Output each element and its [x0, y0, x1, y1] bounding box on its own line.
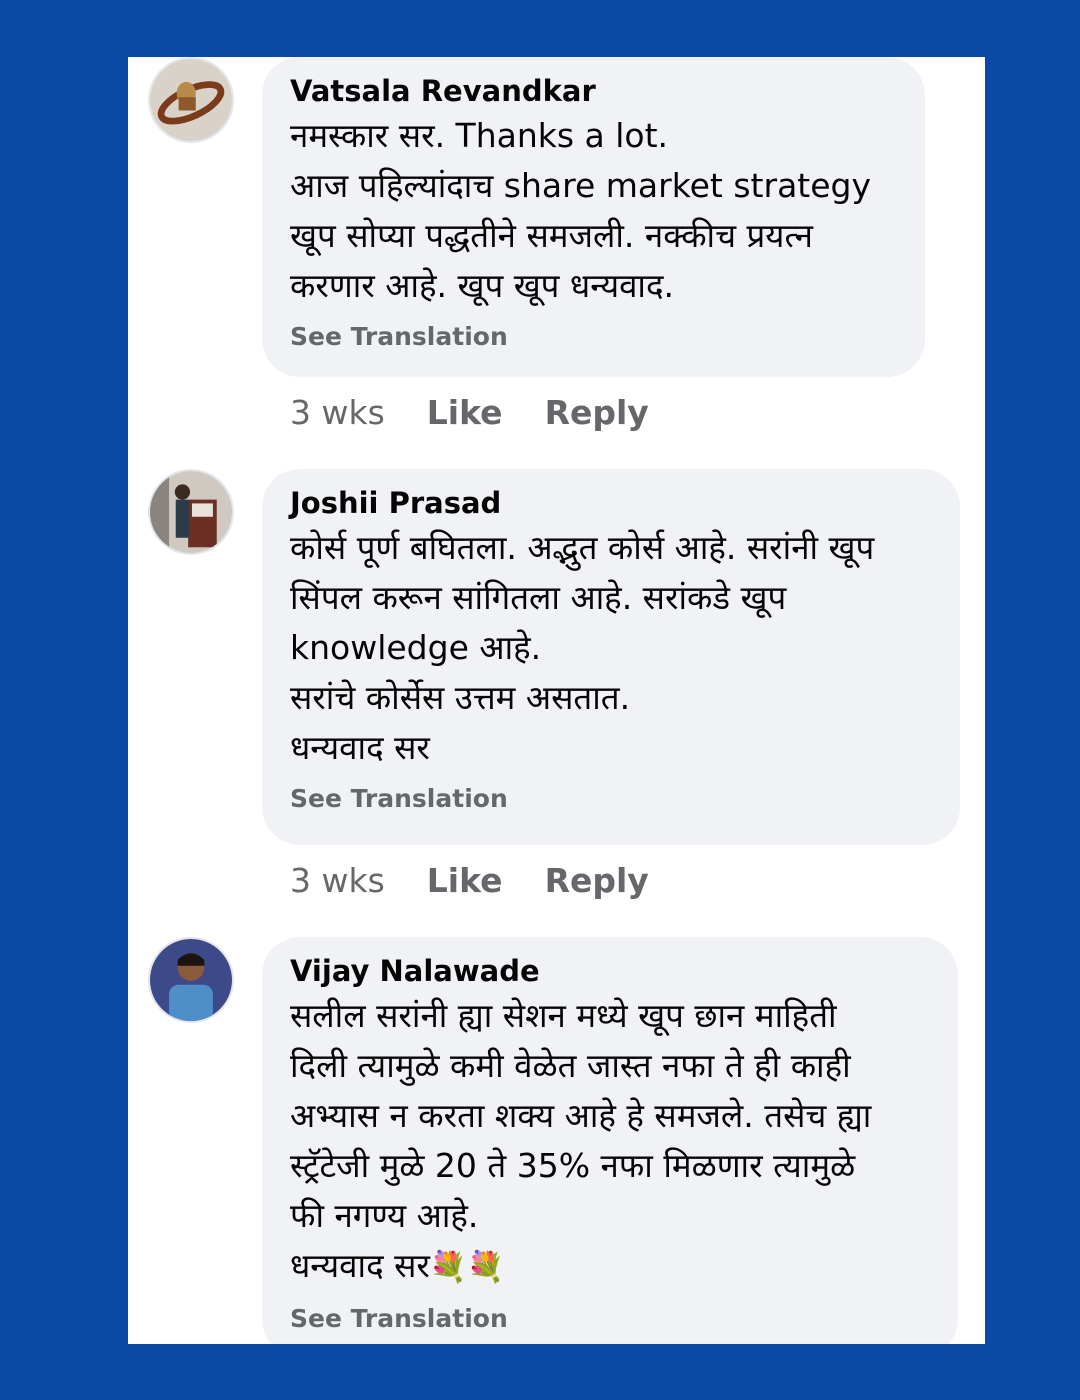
comment-author[interactable]: Vijay Nalawade: [290, 951, 930, 991]
reply-button[interactable]: Reply: [545, 393, 649, 432]
comment-actions: 3 wks Like Reply: [290, 861, 649, 900]
avatar[interactable]: [148, 57, 234, 143]
comments-panel: Vatsala Revandkar नमस्कार सर. Thanks a l…: [128, 57, 985, 1344]
bouquet-icon: 💐💐: [429, 1250, 505, 1285]
avatar-image: [150, 59, 232, 141]
comment-text: सलील सरांनी ह्या सेशन मध्ये खूप छान माहि…: [290, 991, 930, 1293]
see-translation-link[interactable]: See Translation: [290, 777, 932, 821]
avatar[interactable]: [148, 469, 234, 555]
avatar[interactable]: [148, 937, 234, 1023]
comment-bubble: Vatsala Revandkar नमस्कार सर. Thanks a l…: [262, 57, 925, 377]
comment-line: अभ्यास न करता शक्य आहे हे समजले. तसेच ह्…: [290, 1096, 872, 1135]
comment-line: नमस्कार सर. Thanks a lot.: [290, 116, 669, 155]
comment-line: सरांचे कोर्सेस उत्तम असतात.: [290, 678, 631, 717]
comment-text: कोर्स पूर्ण बघितला. अद्भुत कोर्स आहे. सर…: [290, 523, 932, 773]
comment-line: फी नगण्य आहे.: [290, 1196, 479, 1235]
comment-line: दिली त्यामुळे कमी वेळेत जास्त नफा ते ही …: [290, 1046, 851, 1085]
comment-line: खूप सोप्या पद्धतीने समजली. नक्कीच प्रयत्…: [290, 216, 813, 255]
comment-line: धन्यवाद सर: [290, 728, 430, 767]
like-button[interactable]: Like: [427, 393, 503, 432]
comment-line: कोर्स पूर्ण बघितला. अद्भुत कोर्स आहे. सर…: [290, 528, 875, 567]
avatar-image: [150, 939, 232, 1021]
comment-closing: धन्यवाद सर: [290, 1246, 430, 1285]
comment-actions: 3 wks Like Reply: [290, 393, 649, 432]
comment-line: स्ट्रॅटेजी मुळे 20 ते 35% नफा मिळणार त्य…: [290, 1146, 856, 1185]
comment-timestamp[interactable]: 3 wks: [290, 861, 385, 900]
comment-line: सिंपल करून सांगितला आहे. सरांकडे खूप: [290, 578, 787, 617]
comment-author[interactable]: Vatsala Revandkar: [290, 71, 897, 111]
like-button[interactable]: Like: [427, 861, 503, 900]
comment-line: आज पहिल्यांदाच share market strategy: [290, 166, 872, 205]
avatar-image: [150, 471, 232, 553]
reply-button[interactable]: Reply: [545, 861, 649, 900]
comment-text: नमस्कार सर. Thanks a lot. आज पहिल्यांदाच…: [290, 111, 897, 311]
comment-line: करणार आहे. खूप खूप धन्यवाद.: [290, 266, 674, 305]
comment-bubble: Joshii Prasad कोर्स पूर्ण बघितला. अद्भुत…: [262, 469, 960, 845]
see-translation-link[interactable]: See Translation: [290, 315, 897, 359]
comment-bubble: Vijay Nalawade सलील सरांनी ह्या सेशन मध्…: [262, 937, 958, 1344]
comment-line: धन्यवाद सर💐💐: [290, 1241, 930, 1293]
comment-line: सलील सरांनी ह्या सेशन मध्ये खूप छान माहि…: [290, 996, 837, 1035]
comment-timestamp[interactable]: 3 wks: [290, 393, 385, 432]
comment-author[interactable]: Joshii Prasad: [290, 483, 932, 523]
see-translation-link[interactable]: See Translation: [290, 1297, 930, 1341]
comment-line: knowledge आहे.: [290, 628, 542, 667]
